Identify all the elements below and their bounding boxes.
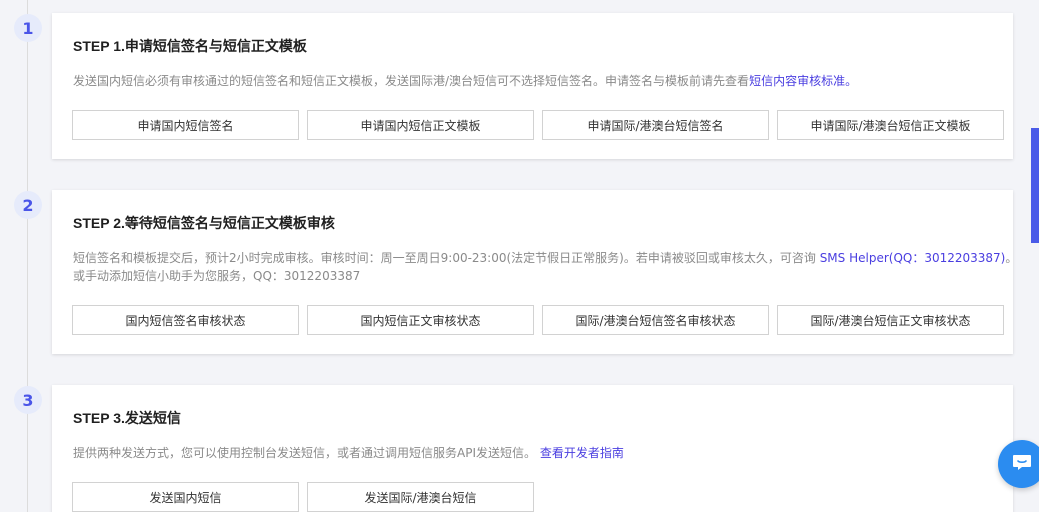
description-text: 短信签名和模板提交后，预计2小时完成审核。审核时间：周一至周日9:00-23:0… <box>73 251 820 265</box>
intl-template-status-button[interactable]: 国际/港澳台短信正文审核状态 <box>777 305 1004 335</box>
send-intl-sms-button[interactable]: 发送国际/港澳台短信 <box>307 482 534 512</box>
step-description: 发送国内短信必须有审核通过的短信签名和短信正文模板，发送国际港/澳台短信可不选择… <box>73 72 857 90</box>
sms-helper-link[interactable]: SMS Helper(QQ：3012203387) <box>820 251 1006 265</box>
step-number-2: 2 <box>14 191 42 219</box>
description-text: 提供两种发送方式，您可以使用控制台发送短信，或者通过调用短信服务API发送短信。 <box>73 446 536 460</box>
step-card-3: STEP 3.发送短信 提供两种发送方式，您可以使用控制台发送短信，或者通过调用… <box>52 385 1013 512</box>
timeline-line <box>27 0 28 512</box>
button-row: 发送国内短信 发送国际/港澳台短信 <box>72 482 534 512</box>
step-description: 提供两种发送方式，您可以使用控制台发送短信，或者通过调用短信服务API发送短信。… <box>73 444 624 462</box>
step-card-2: STEP 2.等待短信签名与短信正文模板审核 短信签名和模板提交后，预计2小时完… <box>52 190 1017 354</box>
description-suffix: 。 <box>1005 251 1018 265</box>
review-standard-link[interactable]: 短信内容审核标准。 <box>749 74 857 88</box>
description-line-2: 或手动添加短信小助手为您服务，QQ：3012203387 <box>73 269 361 283</box>
developer-guide-link[interactable]: 查看开发者指南 <box>540 446 624 460</box>
step-title: STEP 2.等待短信签名与短信正文模板审核 <box>73 215 335 231</box>
domestic-template-status-button[interactable]: 国内短信正文审核状态 <box>307 305 534 335</box>
apply-domestic-signature-button[interactable]: 申请国内短信签名 <box>72 110 299 140</box>
button-row: 申请国内短信签名 申请国内短信正文模板 申请国际/港澳台短信签名 申请国际/港澳… <box>72 110 1004 140</box>
chat-bubble-icon <box>1010 450 1034 478</box>
scrollbar-thumb[interactable] <box>1031 128 1039 243</box>
domestic-signature-status-button[interactable]: 国内短信签名审核状态 <box>72 305 299 335</box>
apply-domestic-template-button[interactable]: 申请国内短信正文模板 <box>307 110 534 140</box>
step-title: STEP 3.发送短信 <box>73 410 181 426</box>
chat-support-button[interactable] <box>998 440 1039 488</box>
apply-intl-signature-button[interactable]: 申请国际/港澳台短信签名 <box>542 110 769 140</box>
button-row: 国内短信签名审核状态 国内短信正文审核状态 国际/港澳台短信签名审核状态 国际/… <box>72 305 1004 335</box>
step-number-3: 3 <box>14 386 42 414</box>
intl-signature-status-button[interactable]: 国际/港澳台短信签名审核状态 <box>542 305 769 335</box>
step-number-1: 1 <box>14 14 42 42</box>
description-text: 发送国内短信必须有审核通过的短信签名和短信正文模板，发送国际港/澳台短信可不选择… <box>73 74 750 88</box>
apply-intl-template-button[interactable]: 申请国际/港澳台短信正文模板 <box>777 110 1004 140</box>
step-card-1: STEP 1.申请短信签名与短信正文模板 发送国内短信必须有审核通过的短信签名和… <box>52 13 1013 159</box>
send-domestic-sms-button[interactable]: 发送国内短信 <box>72 482 299 512</box>
step-description: 短信签名和模板提交后，预计2小时完成审核。审核时间：周一至周日9:00-23:0… <box>73 249 1017 285</box>
step-title: STEP 1.申请短信签名与短信正文模板 <box>73 38 307 54</box>
